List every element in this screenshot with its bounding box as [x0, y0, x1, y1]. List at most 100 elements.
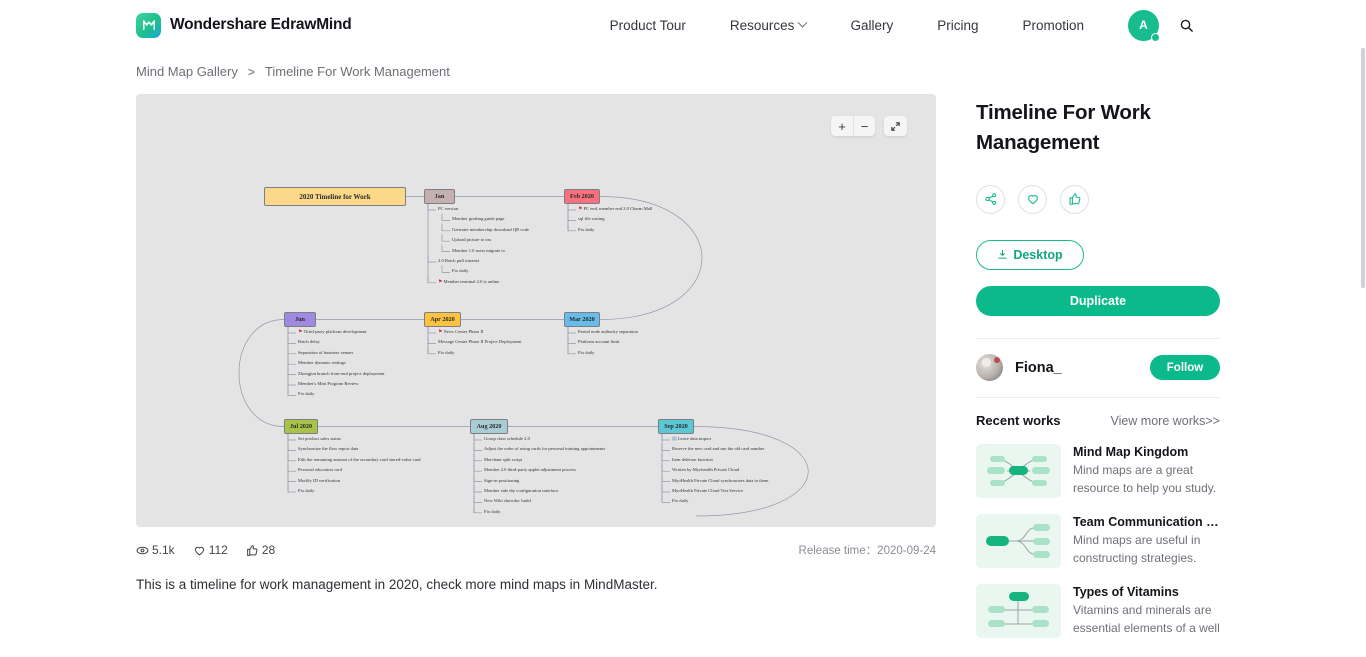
mindmap-leaf-node[interactable]: Batch delay: [298, 340, 320, 345]
mindmap-leaf-node[interactable]: Fix daily: [438, 350, 454, 356]
avatar[interactable]: A: [1128, 9, 1160, 42]
nav-item-pricing[interactable]: Pricing: [915, 18, 1000, 33]
mindmap-leaf-node[interactable]: Synchronize the flow report data: [298, 447, 358, 452]
favorite-button[interactable]: [1018, 184, 1047, 214]
mindmap-leaf-node[interactable]: Adjust the order of using cards for pers…: [484, 447, 605, 452]
page-scrollbar[interactable]: [1361, 48, 1365, 288]
mindmap-leaf-node[interactable]: Separation of business venues: [298, 349, 354, 356]
mindmap-leaf-node[interactable]: MyoHealth Private Cloud synchronizes dat…: [672, 478, 768, 484]
stats-row: 5.1k 112 28 Release time：2020-09-24: [136, 541, 936, 559]
mindmap-leaf-node[interactable]: Modify ID verification: [298, 478, 340, 484]
nav-item-promotion[interactable]: Promotion: [1000, 18, 1106, 33]
mindmap-leaf-label: Partial node authority separation: [578, 329, 638, 334]
mindmap-leaf-node[interactable]: Member grafting guide page: [452, 217, 504, 222]
follow-button[interactable]: Follow: [1150, 355, 1220, 381]
mindmap-leaf-node[interactable]: Fix daily: [578, 227, 594, 233]
nav-label: Gallery: [850, 17, 894, 33]
mindmap-leaf-node[interactable]: Written by Myohealth Private Cloud: [672, 467, 739, 473]
mindmap-leaf-node[interactable]: Fix daily: [672, 499, 688, 504]
mindmap-leaf-node[interactable]: Item deletion function: [672, 457, 713, 463]
mindmap-leaf-node[interactable]: Fix daily: [484, 509, 500, 515]
search-icon[interactable]: [1179, 18, 1194, 33]
nav-item-gallery[interactable]: Gallery: [828, 18, 915, 33]
mindmap-leaf-node[interactable]: sql file sorting: [578, 217, 605, 222]
mindmap-leaf-node[interactable]: Reserve the new card and use the old car…: [672, 447, 764, 452]
mindmap-leaf-node[interactable]: Member dynamic settings: [298, 360, 346, 366]
mindmap-leaf-node[interactable]: Member 1.0 users migrate to: [452, 248, 505, 254]
mindmap-leaf-node[interactable]: Personal education card: [298, 467, 342, 473]
mindmap-leaf-node[interactable]: Fix daily: [452, 269, 468, 274]
mindmap-leaf-label: Separation of business venues: [298, 349, 354, 355]
mindmap-leaf-node[interactable]: Message Center Phase II Project Deployme…: [438, 340, 522, 345]
mindmap-canvas[interactable]: + − 2020 Timeline for Work Jan PC version M…: [136, 94, 936, 527]
mindmap-leaf-label: News Center Phase II: [443, 329, 484, 334]
mindmap-leaf-node[interactable]: Merchant split script: [484, 457, 522, 463]
mindmap-leaf-node[interactable]: Fix daily: [298, 488, 314, 494]
mindmap-leaf-node[interactable]: Member side diy configuration interface: [484, 488, 558, 494]
mindmap-leaf-node[interactable]: Upload picture to oss: [452, 237, 491, 243]
mindmap-branch-node[interactable]: Jun: [284, 312, 316, 327]
list-item[interactable]: Types of Vitamins Vitamins and minerals …: [976, 583, 1220, 638]
mindmap-leaf-node[interactable]: Sign-in positioning: [484, 478, 519, 484]
mindmap-leaf-node[interactable]: Zhongjun branch front-end project deploy…: [298, 371, 385, 377]
duplicate-button[interactable]: Duplicate: [976, 285, 1220, 316]
mindmap-leaf-node[interactable]: ⚑News Center Phase II: [438, 329, 484, 335]
mindmap-leaf-node[interactable]: Fix daily: [298, 392, 314, 397]
page-title: Timeline For Work Management: [976, 101, 1151, 155]
nav-item-resources[interactable]: Resources: [708, 17, 829, 33]
mindmap-leaf-node[interactable]: Fix daily: [578, 350, 594, 356]
mindmap-leaf-node[interactable]: ⚑Third-party platform development: [298, 329, 367, 335]
mindmap-branch-node[interactable]: Jan: [424, 189, 455, 204]
list-item[interactable]: Mind Map Kingdom Mind maps are a great r…: [976, 443, 1220, 498]
mindmap-leaf-node[interactable]: Partial node authority separation: [578, 329, 638, 335]
nav-item-product-tour[interactable]: Product Tour: [588, 18, 708, 33]
mindmap-leaf-node[interactable]: Edit the remaining amount of the seconda…: [298, 457, 421, 463]
view-more-works-link[interactable]: View more works>>: [1110, 414, 1220, 428]
mindmap-root-node[interactable]: 2020 Timeline for Work: [264, 187, 406, 206]
share-button[interactable]: [976, 184, 1005, 214]
mindmap-branch-node[interactable]: Aug 2020: [470, 419, 508, 434]
mindmap-leaf-node[interactable]: New Wiki showdoc build: [484, 499, 531, 504]
mindmap-leaf-node[interactable]: Group class schedule 2.0: [484, 436, 530, 442]
nav-label: Product Tour: [609, 17, 686, 33]
author-avatar[interactable]: [976, 354, 1003, 382]
like-button[interactable]: [1060, 184, 1089, 214]
mindmap-leaf-node[interactable]: Platform account limit: [578, 340, 619, 345]
breadcrumb-root-link[interactable]: Mind Map Gallery: [136, 64, 238, 79]
zoom-in-button[interactable]: +: [831, 116, 853, 136]
mindmap-leaf-node[interactable]: Member 2.0 third-party applet adjustment…: [484, 467, 576, 473]
brand-logo-group[interactable]: Wondershare EdrawMind: [136, 12, 352, 38]
nav-label: Promotion: [1022, 17, 1084, 33]
mindmap-leaf-label: Third-party platform development: [303, 329, 367, 334]
mindmap-leaf-node[interactable]: PC version: [438, 206, 458, 212]
mindmap-branch-node[interactable]: Sep 2020: [658, 419, 694, 434]
heart-icon: [1027, 195, 1038, 205]
mindmap-diagram[interactable]: 2020 Timeline for Work Jan PC version Membe…: [136, 94, 936, 527]
mindmap-leaf-label: PC end, member end 2.0 Charm Mall: [583, 206, 653, 211]
mindmap-leaf-label: Synchronize the flow report data: [298, 446, 359, 452]
mindmap-leaf-label: Adjust the order of using cards for pers…: [484, 446, 606, 452]
list-item[interactable]: Team Communication Str… Mind maps are us…: [976, 513, 1220, 568]
mindmap-branch-node[interactable]: Mar 2020: [564, 312, 600, 327]
mindmap-leaf-node[interactable]: Set product sales status: [298, 436, 341, 442]
mindmap-branch-node[interactable]: Apr 2020: [424, 312, 461, 327]
mindmap-branch-node[interactable]: Jul 2020: [284, 419, 318, 434]
mindmap-leaf-node[interactable]: ▤Leave data import: [672, 436, 711, 442]
mindmap-leaf-label: Batch delay: [298, 339, 320, 345]
desktop-download-button[interactable]: Desktop: [976, 239, 1084, 270]
mindmap-leaf-node[interactable]: ⚑PC end, member end 2.0 Charm Mall: [578, 206, 653, 212]
flag-icon: ⚑: [438, 330, 443, 335]
mindmap-leaf-node[interactable]: 2.0 Batch pull intranet: [438, 258, 479, 264]
mindmap-leaf-node[interactable]: Generate membership download QR code: [452, 227, 529, 233]
mindmap-branch-node[interactable]: Feb 2020: [564, 189, 600, 204]
brand-name: Wondershare EdrawMind: [170, 16, 352, 33]
work-text: Types of Vitamins Vitamins and minerals …: [1073, 584, 1220, 638]
release-label: Release time：: [798, 545, 878, 557]
description-text: This is a timeline for work management i…: [136, 577, 658, 592]
mindmap-leaf-node[interactable]: Member's Mini Program Review: [298, 381, 358, 387]
mindmap-leaf-node[interactable]: MyoHealth Private Cloud Test Service: [672, 488, 743, 494]
fullscreen-icon[interactable]: [884, 116, 907, 136]
zoom-out-button[interactable]: −: [853, 116, 875, 136]
mindmap-leaf-node[interactable]: ⚑Member terminal 2.0 is online: [438, 279, 499, 285]
mindmap-leaf-label: Reserve the new card and use the old car…: [672, 446, 765, 452]
